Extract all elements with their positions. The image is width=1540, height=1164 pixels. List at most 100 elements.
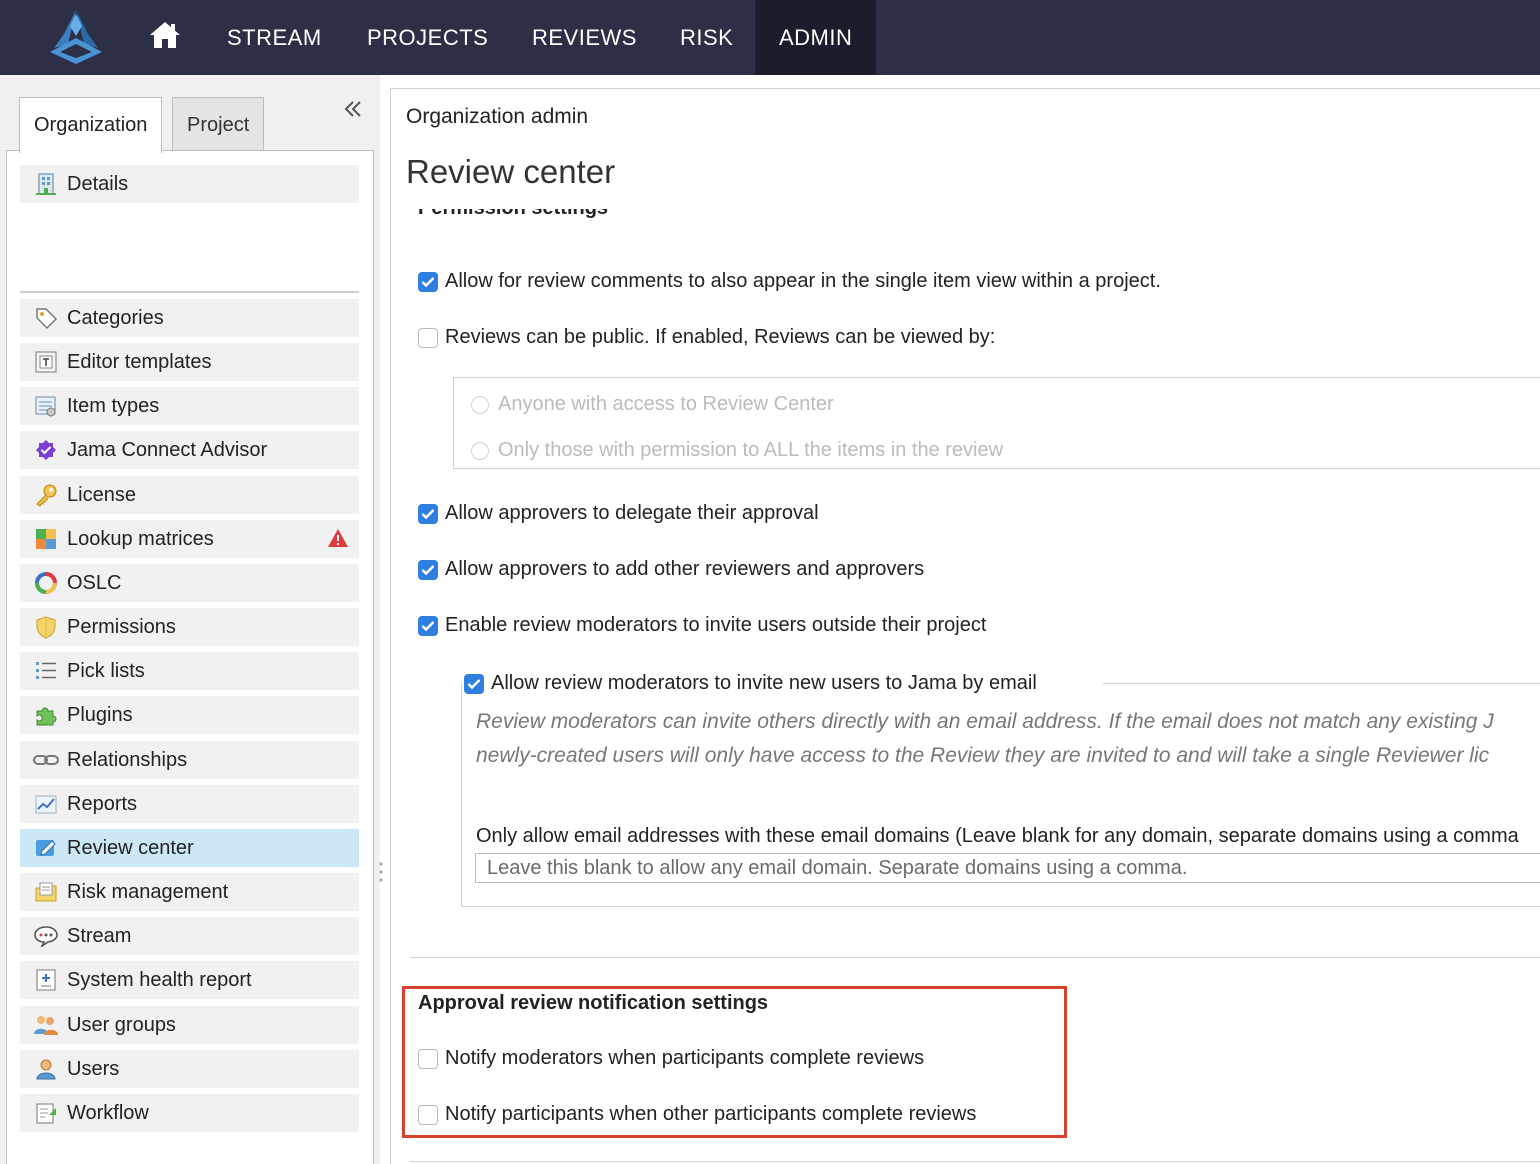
collapse-sidebar-icon[interactable] [340,97,370,127]
admin-menu-panel: Details Categories Editor templates Item… [6,150,374,1164]
sidebar-item-reports[interactable]: Reports [20,785,359,823]
main-content: Organization admin Review center Permiss… [390,88,1540,1164]
sidebar-item-label: License [67,483,136,506]
option-public-reviews[interactable]: Reviews can be public. If enabled, Revie… [418,326,995,349]
email-domains-input[interactable] [475,853,1540,883]
option-delegate-approval[interactable]: Allow approvers to delegate their approv… [418,502,819,525]
review-icon [33,835,59,861]
sidebar-item-plugins[interactable]: Plugins [20,696,359,734]
sidebar-item-label: Stream [67,924,132,947]
option-single-item-comments[interactable]: Allow for review comments to also appear… [418,270,1161,293]
advisor-badge-icon [33,437,59,463]
radio-disabled-icon[interactable] [471,395,489,414]
item-types-icon [33,393,59,419]
sidebar-item-label: Review center [67,836,194,859]
sidebar-item-label: System health report [67,968,252,991]
checkbox-checked-icon[interactable] [418,503,438,524]
notification-section-title: Approval review notification settings [418,992,769,1014]
sidebar-item-review-center[interactable]: Review center [20,829,359,867]
chat-icon [33,923,59,949]
invite-help-text: newly-created users will only have acces… [476,744,1490,767]
sidebar-item-label: Relationships [67,748,188,771]
sidebar-item-pick-lists[interactable]: Pick lists [20,652,359,690]
option-notify-participants[interactable]: Notify participants when other participa… [418,1103,976,1126]
sidebar-item-label: User groups [67,1013,176,1036]
user-groups-icon [33,1012,59,1038]
sidebar-item-label: Pick lists [67,659,145,682]
sidebar-item-workflow[interactable]: Workflow [20,1094,359,1132]
health-report-icon [33,967,59,993]
list-icon [33,658,59,684]
oslc-icon [33,570,59,596]
checkbox-unchecked-icon[interactable] [418,1048,438,1069]
puzzle-icon [33,702,59,728]
checkbox-unchecked-icon[interactable] [418,327,438,348]
tab-organization[interactable]: Organization [19,97,163,153]
radio-permission-all-items[interactable]: Only those with permission to ALL the it… [471,439,1003,462]
tab-project[interactable]: Project [172,97,265,151]
sidebar-item-details[interactable]: Details [20,165,359,203]
nav-admin[interactable]: ADMIN [755,0,877,75]
workflow-icon [33,1100,59,1126]
matrix-icon [33,526,59,552]
template-icon [33,349,59,375]
sidebar-item-users[interactable]: Users [20,1050,359,1088]
nav-stream[interactable]: STREAM [227,0,322,75]
user-icon [33,1056,59,1082]
radio-disabled-icon[interactable] [471,441,489,460]
warning-icon [327,528,349,554]
sidebar-item-system-health-report[interactable]: System health report [20,961,359,999]
menu-divider [20,291,359,293]
key-icon [33,482,59,508]
nav-reviews[interactable]: REVIEWS [532,0,637,75]
option-notify-moderators[interactable]: Notify moderators when participants comp… [418,1047,924,1070]
option-label: Notify participants when other participa… [445,1103,977,1125]
sidebar-item-label: Workflow [67,1101,149,1124]
top-nav-bar: STREAM PROJECTS REVIEWS RISK ADMIN [0,0,1540,75]
sidebar-item-label: Reports [67,792,138,815]
checkbox-unchecked-icon[interactable] [418,1104,438,1125]
sidebar-item-editor-templates[interactable]: Editor templates [20,343,359,381]
radio-anyone-with-access[interactable]: Anyone with access to Review Center [471,393,834,416]
resize-handle-icon[interactable] [378,860,384,884]
option-add-reviewers[interactable]: Allow approvers to add other reviewers a… [418,558,924,581]
sidebar-item-label: Permissions [67,615,176,638]
checkbox-checked-icon[interactable] [418,559,438,580]
building-icon [33,171,59,197]
sidebar-item-label: Categories [67,306,164,329]
tag-icon [33,305,59,331]
checkbox-checked-icon[interactable] [464,673,484,694]
option-label: Allow approvers to add other reviewers a… [445,558,925,580]
checkbox-checked-icon[interactable] [418,271,438,292]
sidebar-item-user-groups[interactable]: User groups [20,1006,359,1044]
sidebar-item-item-types[interactable]: Item types [20,387,359,425]
sidebar-item-label: Users [67,1057,120,1080]
sidebar-item-jama-connect-advisor[interactable]: Jama Connect Advisor [20,431,359,469]
option-label: Allow for review comments to also appear… [445,270,1161,292]
sidebar-item-label: Lookup matrices [67,527,214,550]
nav-projects[interactable]: PROJECTS [367,0,488,75]
sidebar-item-risk-management[interactable]: Risk management [20,873,359,911]
sidebar-item-categories[interactable]: Categories [20,299,359,337]
sidebar-item-stream[interactable]: Stream [20,917,359,955]
option-invite-outside-project[interactable]: Enable review moderators to invite users… [418,614,986,637]
sidebar-item-permissions[interactable]: Permissions [20,608,359,646]
jama-logo-icon[interactable] [46,8,106,66]
option-invite-by-email[interactable]: Allow review moderators to invite new us… [464,672,1037,695]
checkbox-checked-icon[interactable] [418,615,438,636]
section-heading-permission-settings: Permission settings [418,209,818,223]
shield-icon [33,614,59,640]
sidebar-item-label: Risk management [67,880,229,903]
sidebar-item-oslc[interactable]: OSLC [20,564,359,602]
sidebar-item-label: Jama Connect Advisor [67,438,268,461]
option-label: Enable review moderators to invite users… [445,614,987,636]
sidebar-item-relationships[interactable]: Relationships [20,741,359,779]
home-icon[interactable] [148,20,182,50]
sidebar-item-lookup-matrices[interactable]: Lookup matrices [20,520,359,558]
sidebar-item-label: OSLC [67,571,122,594]
sidebar-item-license[interactable]: License [20,476,359,514]
domains-label: Only allow email addresses with these em… [476,825,1519,847]
radio-label: Anyone with access to Review Center [498,393,834,415]
sidebar-item-label: Details [67,172,129,195]
nav-risk[interactable]: RISK [680,0,733,75]
